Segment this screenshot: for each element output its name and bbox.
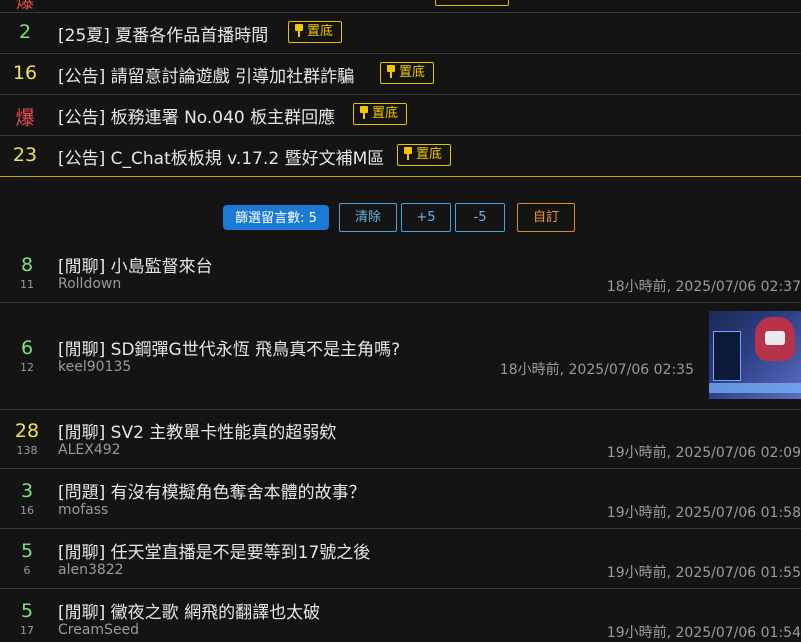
post-row[interactable]: 5 17 [閒聊] 黴夜之歌 網飛的翻譯也太破 CreamSeed 19小時前,… [0, 590, 801, 641]
post-time: 19小時前, 2025/07/06 01:55 [606, 565, 801, 581]
clear-filter-button[interactable]: 清除 [339, 203, 397, 232]
post-title[interactable]: [公告] C_Chat板板規 v.17.2 暨好文補M區 [58, 144, 384, 169]
post-thumbnail[interactable] [709, 311, 801, 399]
push-count: 爆 [15, 107, 35, 129]
post-time: 19小時前, 2025/07/06 01:58 [606, 505, 801, 521]
push-count: 5 [20, 540, 34, 562]
post-title[interactable]: [公告] 請留意討論遊戲 引導加社群詐騙 [58, 62, 354, 87]
comment-filter-bar: 篩選留言數: 5 清除 +5 -5 自訂 [0, 203, 801, 233]
push-count: 6 [20, 337, 34, 359]
plus-five-button[interactable]: +5 [401, 203, 451, 232]
post-title[interactable]: [閒聊] 任天堂直播是不是要等到17號之後 [58, 538, 370, 563]
pin-badge: 置底 [353, 103, 408, 125]
partial-pinned-row[interactable]: 爆 [0, 0, 801, 13]
thumbnail-ui-panel [713, 331, 741, 381]
filter-count-button[interactable]: 篩選留言數: 5 [223, 205, 329, 230]
pin-icon [387, 65, 395, 78]
pin-badge: 置底 [380, 62, 435, 84]
push-count: 爆 [16, 0, 34, 13]
post-time: 19小時前, 2025/07/06 01:54 [606, 625, 801, 641]
pin-icon [360, 106, 368, 119]
post-row[interactable]: 6 12 [閒聊] SD鋼彈G世代永恆 飛鳥真不是主角嗎? keel90135 … [0, 303, 801, 410]
comment-total: 17 [20, 624, 34, 637]
comment-total: 11 [20, 278, 34, 291]
post-author[interactable]: mofass [58, 502, 108, 518]
pin-badge: 置底 [288, 21, 343, 43]
pinned-post-row[interactable]: 爆 [公告] 板務連署 No.040 板主群回應 置底 [0, 95, 801, 136]
post-title[interactable]: [閒聊] SV2 主教單卡性能真的超弱欸 [58, 418, 336, 443]
pinned-post-row[interactable]: 2 [25夏] 夏番各作品首播時間 置底 [0, 13, 801, 54]
push-count: 28 [14, 420, 40, 442]
post-row[interactable]: 28 138 [閒聊] SV2 主教單卡性能真的超弱欸 ALEX492 19小時… [0, 410, 801, 469]
pin-label: 置底 [307, 24, 334, 39]
post-author[interactable]: keel90135 [58, 359, 131, 375]
pin-badge [435, 0, 509, 6]
post-row[interactable]: 5 6 [閒聊] 任天堂直播是不是要等到17號之後 alen3822 19小時前… [0, 530, 801, 589]
post-author[interactable]: CreamSeed [58, 622, 139, 638]
post-title[interactable]: [公告] 板務連署 No.040 板主群回應 [58, 103, 335, 128]
pin-icon [295, 24, 303, 37]
push-count: 16 [12, 62, 38, 84]
comment-total: 6 [23, 564, 31, 577]
push-count: 3 [20, 480, 34, 502]
push-count: 2 [18, 21, 32, 43]
post-author[interactable]: Rolldown [58, 276, 121, 292]
pin-label: 置底 [416, 147, 443, 162]
thumbnail-bar [709, 383, 801, 393]
push-count: 8 [20, 254, 34, 276]
post-row[interactable]: 8 11 [閒聊] 小島監督來台 Rolldown 18小時前, 2025/07… [0, 244, 801, 303]
pin-badge: 置底 [397, 144, 452, 166]
push-count: 5 [20, 600, 34, 622]
comment-total: 16 [20, 504, 34, 517]
custom-filter-button[interactable]: 自訂 [517, 203, 575, 232]
minus-five-button[interactable]: -5 [455, 203, 505, 232]
comment-total: 12 [20, 361, 34, 374]
push-count: 23 [12, 144, 38, 166]
pin-icon [404, 147, 412, 160]
post-time: 18小時前, 2025/07/06 02:37 [606, 279, 801, 295]
post-title[interactable]: [25夏] 夏番各作品首播時間 [58, 21, 268, 46]
post-title[interactable]: [閒聊] 黴夜之歌 網飛的翻譯也太破 [58, 598, 320, 623]
post-title[interactable]: [問題] 有沒有模擬角色奪舍本體的故事？ [58, 478, 366, 503]
thumbnail-mecha-face [765, 331, 785, 345]
pinned-post-row[interactable]: 16 [公告] 請留意討論遊戲 引導加社群詐騙 置底 [0, 54, 801, 95]
post-title[interactable]: [閒聊] SD鋼彈G世代永恆 飛鳥真不是主角嗎? [58, 335, 400, 360]
comment-total: 138 [16, 444, 38, 457]
post-author[interactable]: ALEX492 [58, 442, 121, 458]
pin-label: 置底 [372, 106, 399, 121]
pinned-post-row[interactable]: 23 [公告] C_Chat板板規 v.17.2 暨好文補M區 置底 [0, 136, 801, 177]
pin-label: 置底 [399, 65, 426, 80]
post-row[interactable]: 3 16 [問題] 有沒有模擬角色奪舍本體的故事？ mofass 19小時前, … [0, 470, 801, 529]
post-time: 18小時前, 2025/07/06 02:35 [499, 362, 694, 378]
post-time: 19小時前, 2025/07/06 02:09 [606, 445, 801, 461]
post-author[interactable]: alen3822 [58, 562, 124, 578]
post-title[interactable]: [閒聊] 小島監督來台 [58, 252, 213, 277]
